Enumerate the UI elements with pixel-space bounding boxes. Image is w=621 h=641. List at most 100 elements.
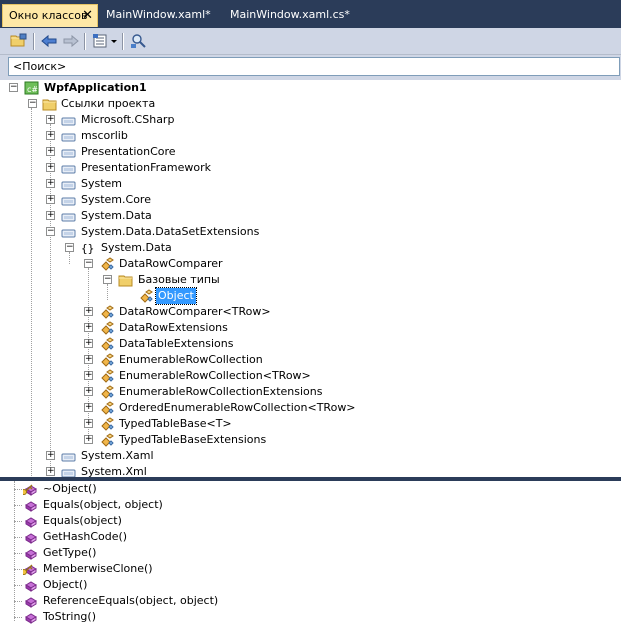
tree-node-class[interactable]: + OrderedEnumerableRowCollection<TRow> [0, 400, 621, 416]
expand-icon[interactable]: + [46, 451, 55, 460]
svg-text:c#: c# [27, 85, 38, 94]
member-item[interactable]: Equals(object, object) [0, 497, 621, 513]
class-label: EnumerableRowCollection<TRow> [119, 369, 311, 382]
tree-node-reference[interactable]: + PresentationFramework [0, 160, 621, 176]
member-label: GetType() [43, 546, 97, 559]
tree-node-class[interactable]: + TypedTableBaseExtensions [0, 432, 621, 448]
back-arrow-icon[interactable] [40, 33, 58, 49]
forward-arrow-icon[interactable] [62, 33, 80, 49]
reference-icon [61, 229, 76, 238]
view-settings-icon[interactable] [92, 33, 110, 49]
member-item[interactable]: GetHashCode() [0, 529, 621, 545]
reference-icon [61, 453, 76, 462]
find-symbol-icon[interactable] [130, 33, 148, 49]
expand-icon[interactable]: + [46, 195, 55, 204]
expand-icon[interactable]: + [46, 467, 55, 476]
tree-node-references-folder[interactable]: − Ссылки проекта [0, 96, 621, 112]
reference-label: System.Data [81, 209, 152, 222]
tree-node-project[interactable]: − c# WpfApplication1 [0, 80, 621, 96]
expand-icon[interactable]: + [46, 211, 55, 220]
reference-icon [61, 213, 76, 222]
member-label: ~Object() [43, 482, 97, 495]
collapse-icon[interactable]: − [103, 275, 112, 284]
tree-node-class[interactable]: + DataRowExtensions [0, 320, 621, 336]
tree-node-class[interactable]: + DataTableExtensions [0, 336, 621, 352]
member-label: MemberwiseClone() [43, 562, 153, 575]
tree-node-reference[interactable]: + System.Xml [0, 464, 621, 477]
expand-icon[interactable]: + [84, 387, 93, 396]
expand-icon[interactable]: + [46, 147, 55, 156]
tree-node-reference[interactable]: + System [0, 176, 621, 192]
tree-node-class[interactable]: + EnumerableRowCollectionExtensions [0, 384, 621, 400]
member-item[interactable]: Equals(object) [0, 513, 621, 529]
expand-icon[interactable]: + [46, 163, 55, 172]
search-input[interactable]: <Поиск> [8, 57, 620, 76]
tree-node-base-types-folder[interactable]: − Базовые типы [0, 272, 621, 288]
reference-label: System.Xaml [81, 449, 154, 462]
member-item[interactable]: ToString() [0, 609, 621, 625]
expand-icon[interactable]: + [84, 371, 93, 380]
expand-icon[interactable]: + [46, 131, 55, 140]
expand-icon[interactable]: + [84, 307, 93, 316]
tree-node-reference-expanded[interactable]: − System.Data.DataSetExtensions [0, 224, 621, 240]
tree-node-class[interactable]: + TypedTableBase<T> [0, 416, 621, 432]
tree-node-class[interactable]: + DataRowComparer<TRow> [0, 304, 621, 320]
class-icon [140, 289, 153, 303]
references-folder-label: Ссылки проекта [61, 97, 156, 110]
tree-node-reference[interactable]: + Microsoft.CSharp [0, 112, 621, 128]
tree-node-namespace[interactable]: − {} System.Data [0, 240, 621, 256]
member-label: GetHashCode() [43, 530, 128, 543]
expand-icon[interactable]: + [84, 355, 93, 364]
tree-node-base-type[interactable]: Object [0, 287, 621, 305]
class-icon [101, 337, 114, 351]
folder-settings-icon[interactable] [10, 33, 28, 49]
member-item[interactable]: GetType() [0, 545, 621, 561]
reference-label: PresentationFramework [81, 161, 211, 174]
tab-class-view[interactable]: Окно классов ✕ [2, 4, 98, 27]
reference-label: PresentationCore [81, 145, 176, 158]
collapse-icon[interactable]: − [84, 259, 93, 268]
tree-node-reference[interactable]: + System.Data [0, 208, 621, 224]
chevron-down-icon[interactable] [110, 33, 118, 49]
tree-node-reference[interactable]: + System.Xaml [0, 448, 621, 464]
collapse-icon[interactable]: − [65, 243, 74, 252]
tab-mainwindow-xaml[interactable]: MainWindow.xaml* [100, 4, 211, 28]
class-icon [101, 417, 114, 431]
method-icon [25, 613, 37, 624]
class-icon [101, 433, 114, 447]
reference-label: Microsoft.CSharp [81, 113, 175, 126]
tree-node-reference[interactable]: + PresentationCore [0, 144, 621, 160]
reference-icon [61, 149, 76, 158]
member-item[interactable]: Object() [0, 577, 621, 593]
tree-node-reference[interactable]: + mscorlib [0, 128, 621, 144]
expand-icon[interactable]: + [84, 403, 93, 412]
class-label: DataRowComparer [119, 257, 223, 270]
reference-label: System.Core [81, 193, 151, 206]
folder-icon [42, 99, 57, 111]
reference-label: System.Xml [81, 465, 147, 477]
tree-node-reference[interactable]: + System.Core [0, 192, 621, 208]
expand-icon[interactable]: + [84, 339, 93, 348]
expand-icon[interactable]: + [84, 435, 93, 444]
expand-icon[interactable]: + [46, 179, 55, 188]
expand-icon[interactable]: + [84, 323, 93, 332]
tree-node-class[interactable]: − DataRowComparer [0, 256, 621, 272]
folder-icon [118, 275, 133, 287]
expand-icon[interactable]: + [46, 115, 55, 124]
member-item[interactable]: MemberwiseClone() [0, 561, 621, 577]
collapse-icon[interactable]: − [28, 99, 37, 108]
member-label: ToString() [43, 610, 96, 623]
reference-label: System.Data.DataSetExtensions [81, 225, 260, 238]
class-label: DataRowComparer<TRow> [119, 305, 271, 318]
protected-method-icon [23, 484, 37, 496]
collapse-icon[interactable]: − [9, 83, 18, 92]
member-item[interactable]: ReferenceEquals(object, object) [0, 593, 621, 609]
class-icon [101, 321, 114, 335]
member-item[interactable]: ~Object() [0, 481, 621, 497]
close-icon[interactable]: ✕ [82, 5, 93, 27]
tree-node-class[interactable]: + EnumerableRowCollection<TRow> [0, 368, 621, 384]
collapse-icon[interactable]: − [46, 227, 55, 236]
tree-node-class[interactable]: + EnumerableRowCollection [0, 352, 621, 368]
expand-icon[interactable]: + [84, 419, 93, 428]
tab-mainwindow-xaml-cs[interactable]: MainWindow.xaml.cs* [224, 4, 350, 28]
